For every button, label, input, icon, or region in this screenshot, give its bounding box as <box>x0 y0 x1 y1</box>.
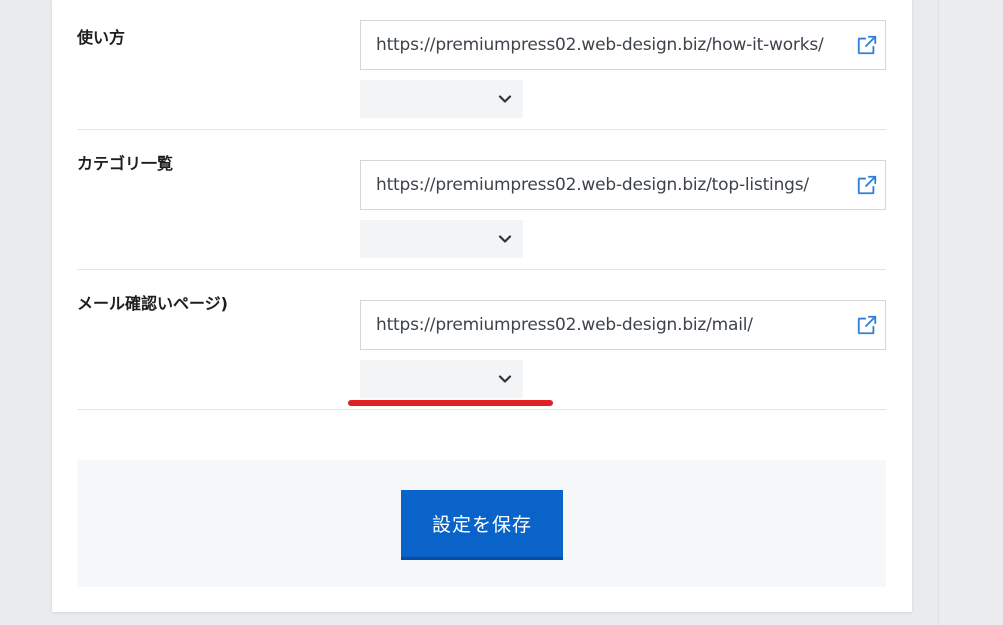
url-text[interactable]: https://premiumpress02.web-design.biz/ho… <box>361 35 849 55</box>
save-panel: 設定を保存 <box>77 460 886 587</box>
annotation-red-underline <box>348 400 553 406</box>
page-select-dropdown[interactable] <box>360 80 523 118</box>
page-select-dropdown[interactable] <box>360 360 523 398</box>
url-input[interactable]: https://premiumpress02.web-design.biz/ho… <box>360 20 886 70</box>
row-label: 使い方 <box>77 28 126 47</box>
url-input[interactable]: https://premiumpress02.web-design.biz/to… <box>360 160 886 210</box>
row-label: カテゴリ一覧 <box>77 154 174 173</box>
page-setting-row-top-listings: カテゴリ一覧 https://premiumpress02.web-design… <box>77 130 886 270</box>
url-input[interactable]: https://premiumpress02.web-design.biz/ma… <box>360 300 886 350</box>
external-link-icon[interactable] <box>849 301 885 349</box>
external-link-icon[interactable] <box>849 161 885 209</box>
right-sidebar-strip <box>938 0 1003 625</box>
url-text[interactable]: https://premiumpress02.web-design.biz/ma… <box>361 315 849 335</box>
page-setting-row-how-it-works: 使い方 https://premiumpress02.web-design.bi… <box>77 0 886 130</box>
page-select-dropdown[interactable] <box>360 220 523 258</box>
row-label: メール確認いページ) <box>77 294 228 313</box>
save-settings-button[interactable]: 設定を保存 <box>401 490 563 560</box>
chevron-down-icon <box>498 95 512 103</box>
page-setting-row-mail: メール確認いページ) https://premiumpress02.web-de… <box>77 270 886 410</box>
url-text[interactable]: https://premiumpress02.web-design.biz/to… <box>361 175 849 195</box>
chevron-down-icon <box>498 235 512 243</box>
chevron-down-icon <box>498 375 512 383</box>
external-link-icon[interactable] <box>849 21 885 69</box>
settings-card: 使い方 https://premiumpress02.web-design.bi… <box>52 0 912 612</box>
